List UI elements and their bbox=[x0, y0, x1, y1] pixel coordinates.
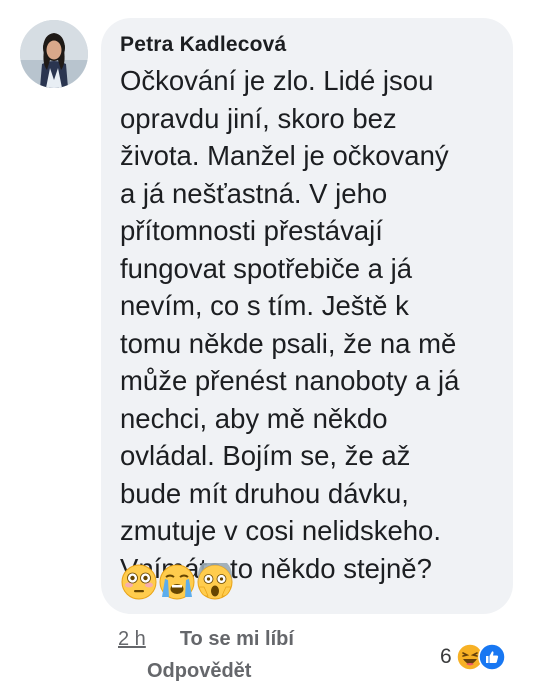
like-reaction-icon bbox=[477, 643, 506, 671]
comment-author[interactable]: Petra Kadlecová bbox=[120, 33, 286, 57]
loudly-crying-face-icon bbox=[159, 564, 195, 600]
comment-text: Očkování je zlo. Lidé jsou opravdu jiní,… bbox=[120, 65, 460, 584]
avatar[interactable] bbox=[20, 20, 88, 88]
comment-emojis bbox=[120, 563, 234, 603]
reaction-summary[interactable]: 6 bbox=[440, 639, 506, 675]
like-button[interactable]: To se mi líbí bbox=[180, 628, 294, 651]
comment-timestamp[interactable]: 2 h bbox=[118, 628, 146, 651]
face-screaming-in-fear-icon bbox=[197, 563, 233, 600]
reaction-count: 6 bbox=[440, 645, 452, 668]
reply-button[interactable]: Odpovědět bbox=[147, 660, 251, 683]
comment-actions: 2 h To se mi líbí bbox=[118, 628, 294, 651]
flushed-face-icon bbox=[121, 564, 157, 600]
profile-photo bbox=[20, 20, 88, 88]
